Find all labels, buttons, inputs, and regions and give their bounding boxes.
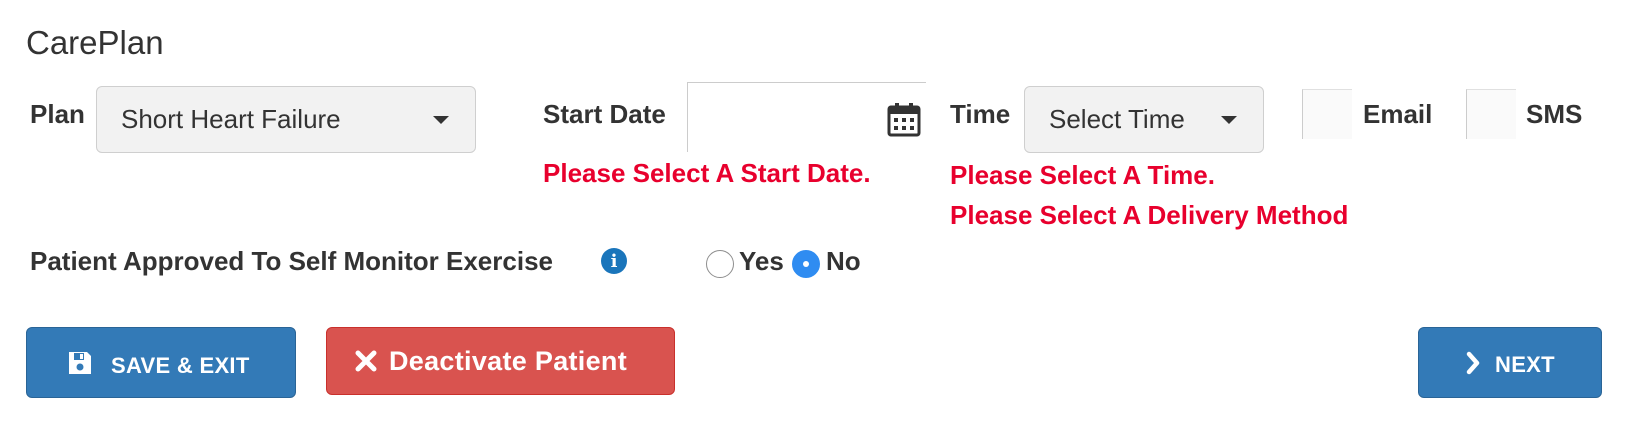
self-monitor-label: Patient Approved To Self Monitor Exercis… [30,246,553,276]
email-checkbox[interactable] [1302,89,1352,139]
save-exit-label: SAVE & EXIT [111,352,250,378]
next-label: NEXT [1495,351,1555,377]
start-date-label: Start Date [543,99,666,129]
floppy-disk-icon [69,351,91,374]
chevron-right-icon [1466,351,1480,374]
plan-select[interactable]: Short Heart Failure [96,86,476,153]
radio-yes-label: Yes [739,246,784,276]
sms-label: SMS [1526,99,1583,129]
radio-yes[interactable] [706,250,734,278]
radio-no[interactable] [792,250,820,278]
save-exit-button[interactable]: SAVE & EXIT [26,327,296,398]
radio-no-label: No [826,246,861,276]
start-date-error: Please Select A Start Date. [543,158,871,188]
page-title: CarePlan [26,24,164,61]
plan-label: Plan [30,99,85,129]
next-button[interactable]: NEXT [1418,327,1602,398]
chevron-down-icon [433,115,449,124]
chevron-down-icon [1221,115,1237,124]
email-label: Email [1363,99,1433,129]
deactivate-patient-button[interactable]: Deactivate Patient [326,327,675,395]
time-error: Please Select A Time. [950,160,1215,190]
careplan-panel: CarePlan Plan Short Heart Failure Start … [0,0,1630,428]
deactivate-patient-label: Deactivate Patient [389,345,627,376]
time-select[interactable]: Select Time [1024,86,1264,153]
calendar-icon[interactable] [886,101,922,137]
time-label: Time [950,99,1011,129]
plan-select-value: Short Heart Failure [121,104,341,134]
info-icon[interactable]: i [601,248,627,274]
close-icon [355,350,377,372]
time-select-value: Select Time [1049,104,1185,134]
delivery-method-error: Please Select A Delivery Method [950,200,1349,230]
sms-checkbox[interactable] [1466,89,1516,139]
